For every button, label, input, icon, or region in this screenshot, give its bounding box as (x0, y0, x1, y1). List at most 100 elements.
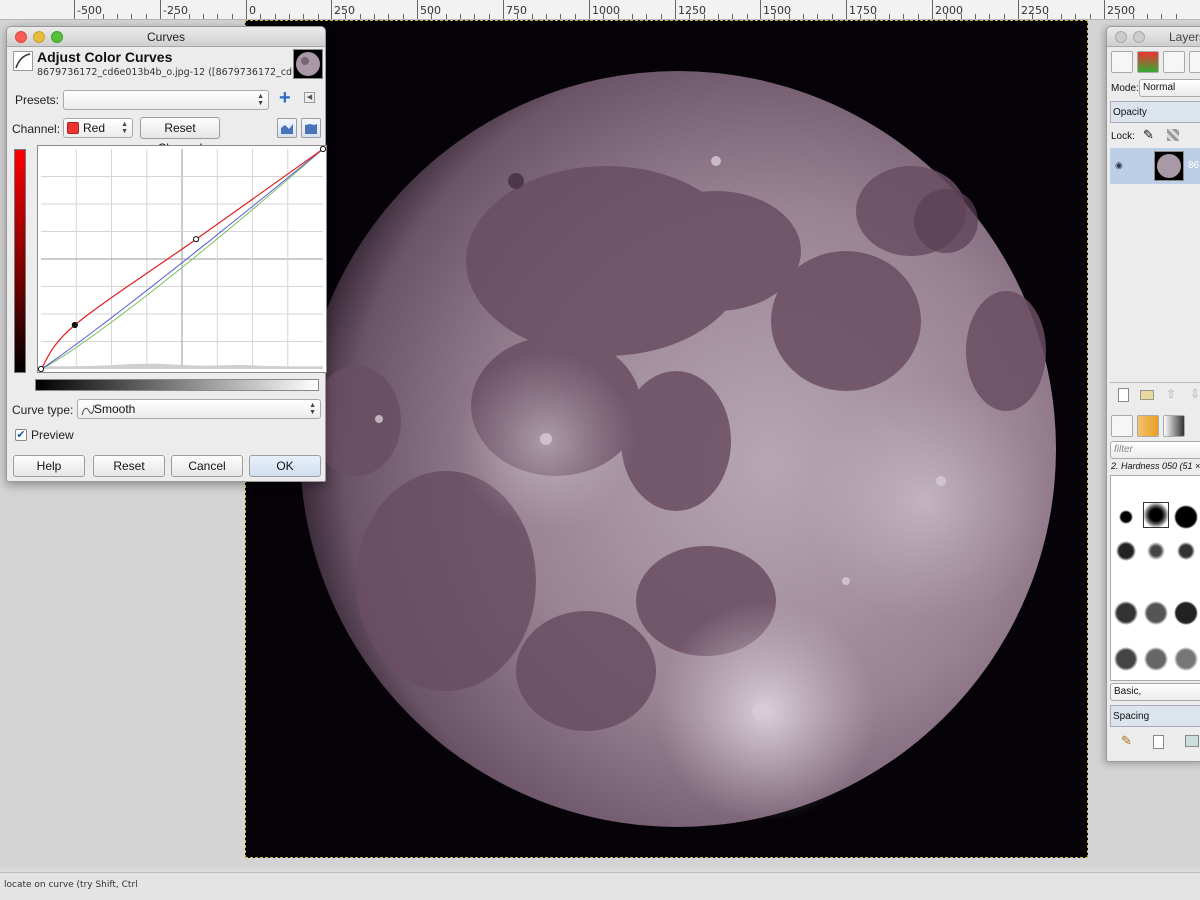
horizontal-ruler[interactable]: -500 -250 0 250 500 750 1000 1250 1500 1750 2000 22… (0, 0, 1200, 20)
minimize-window-button[interactable] (1133, 31, 1145, 43)
ruler-minor-tick (546, 14, 547, 19)
brushes-tab-icon[interactable] (1111, 415, 1133, 437)
ruler-minor-tick (232, 14, 233, 19)
opacity-slider[interactable]: Opacity (1110, 101, 1200, 123)
ruler-minor-tick (789, 14, 790, 19)
ruler-label: 2250 (1021, 4, 1049, 17)
help-button[interactable]: Help (13, 455, 85, 477)
triangle-menu-icon[interactable]: ◀ (304, 92, 315, 103)
brush-swatch-selected[interactable] (1143, 502, 1169, 528)
ruler-minor-tick (303, 14, 304, 19)
ok-button[interactable]: OK (249, 455, 321, 477)
alpha-lock-icon[interactable] (1167, 129, 1179, 141)
raise-layer-icon[interactable]: ⇧ (1166, 387, 1176, 401)
curve-editor[interactable] (37, 145, 327, 373)
brush-swatch[interactable] (1113, 538, 1139, 564)
ruler-minor-tick (460, 14, 461, 19)
ruler-minor-tick (803, 14, 804, 19)
input-gradient-bar (35, 379, 319, 391)
close-window-button[interactable] (1115, 31, 1127, 43)
preview-checkbox[interactable]: ✔ (15, 429, 27, 441)
reset-channel-button[interactable]: Reset Channel (140, 117, 220, 155)
ruler-minor-tick (747, 14, 748, 19)
ruler-minor-tick (1075, 14, 1076, 19)
brush-swatch[interactable] (1113, 646, 1139, 672)
ruler-major-tick (760, 0, 761, 19)
cancel-button[interactable]: Cancel (171, 455, 243, 477)
new-layer-icon[interactable] (1118, 388, 1129, 402)
channels-tab-icon[interactable] (1137, 51, 1159, 73)
presets-combo[interactable]: ▲ ▼ (63, 90, 269, 110)
new-layer-group-icon[interactable] (1140, 390, 1154, 400)
ruler-major-tick (74, 0, 75, 19)
brush-swatch[interactable] (1143, 600, 1169, 626)
brush-swatch[interactable] (1143, 646, 1169, 672)
dialog-heading: Adjust Color Curves (37, 49, 173, 65)
layer-name: 86 (1188, 160, 1200, 171)
ruler-minor-tick (446, 14, 447, 19)
reset-button[interactable]: Reset (93, 455, 165, 477)
ruler-major-tick (846, 0, 847, 19)
brush-swatch[interactable] (1173, 646, 1199, 672)
ruler-minor-tick (560, 14, 561, 19)
layer-row[interactable]: ◉ 86 (1110, 148, 1200, 184)
ruler-minor-tick (1090, 14, 1091, 19)
spacing-slider[interactable]: Spacing (1110, 705, 1200, 727)
dock-titlebar[interactable]: Layers (1107, 27, 1200, 47)
ruler-minor-tick (388, 14, 389, 19)
duplicate-brush-icon[interactable] (1185, 735, 1199, 747)
ruler-minor-tick (260, 14, 261, 19)
edit-brush-icon[interactable]: ✎ (1121, 733, 1132, 749)
brush-swatch[interactable] (1113, 504, 1139, 530)
ruler-minor-tick (374, 14, 375, 19)
curve-type-combo[interactable]: Smooth ▲ ▼ (77, 399, 321, 419)
brush-filter-input[interactable]: filter (1110, 441, 1200, 459)
curves-tool-icon (13, 51, 33, 71)
ruler-minor-tick (603, 14, 604, 19)
ruler-minor-tick (1032, 14, 1033, 19)
ruler-label: 2500 (1107, 4, 1135, 17)
brush-grid[interactable] (1110, 475, 1200, 681)
ruler-label: 1250 (678, 4, 706, 17)
ruler-minor-tick (103, 14, 104, 19)
curve-graph[interactable] (37, 145, 327, 373)
ruler-minor-tick (875, 14, 876, 19)
ruler-label: 0 (249, 4, 256, 17)
ruler-minor-tick (1047, 14, 1048, 19)
channel-combo[interactable]: Red ▲ ▼ (63, 118, 133, 138)
ruler-major-tick (417, 0, 418, 19)
brush-swatch[interactable] (1173, 538, 1199, 564)
paintbrush-icon[interactable]: ✎ (1143, 127, 1154, 143)
mode-combo[interactable]: Normal (1139, 79, 1200, 97)
lower-layer-icon[interactable]: ⇩ (1190, 387, 1200, 401)
ruler-major-tick (331, 0, 332, 19)
ruler-minor-tick (131, 14, 132, 19)
ruler-label: 2000 (935, 4, 963, 17)
ruler-minor-tick (646, 14, 647, 19)
filter-placeholder: filter (1114, 444, 1133, 455)
linear-histogram-icon[interactable] (277, 118, 297, 138)
ruler-major-tick (1018, 0, 1019, 19)
eye-icon[interactable]: ◉ (1115, 160, 1123, 171)
brush-swatch[interactable] (1173, 504, 1199, 530)
patterns-tab-icon[interactable] (1137, 415, 1159, 437)
brush-swatch[interactable] (1143, 538, 1169, 564)
ruler-minor-tick (732, 14, 733, 19)
curve-control-point (193, 236, 200, 243)
brush-swatch[interactable] (1173, 600, 1199, 626)
paths-tab-icon[interactable] (1163, 51, 1185, 73)
log-histogram-icon[interactable] (301, 118, 321, 138)
ruler-minor-tick (1176, 14, 1177, 19)
layers-tab-icon[interactable] (1111, 51, 1133, 73)
dialog-titlebar[interactable]: Curves (7, 27, 325, 47)
new-brush-icon[interactable] (1153, 735, 1164, 749)
brush-swatch[interactable] (1113, 600, 1139, 626)
curve-control-point (319, 145, 327, 153)
plus-icon[interactable]: + (279, 87, 291, 110)
updown-arrows-icon: ▲ ▼ (121, 121, 128, 135)
brush-tags-input[interactable]: Basic, (1110, 683, 1200, 701)
gradients-tab-icon[interactable] (1163, 415, 1185, 437)
undo-tab-icon[interactable] (1189, 51, 1200, 73)
ruler-minor-tick (203, 14, 204, 19)
image-canvas[interactable] (245, 20, 1088, 858)
